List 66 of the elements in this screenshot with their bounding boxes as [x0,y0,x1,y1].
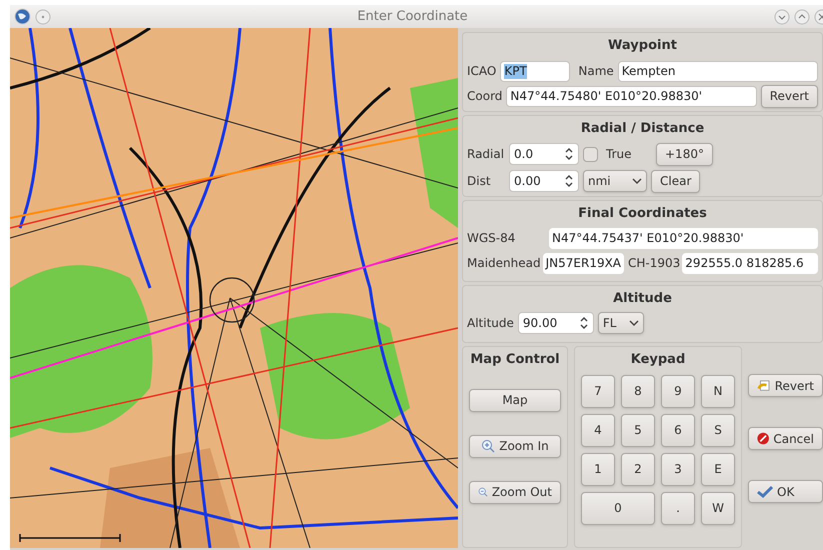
keypad-key[interactable]: 7 [581,374,615,408]
globe-icon [14,8,31,25]
keypad-key[interactable]: . [661,492,695,524]
unit-dropdown[interactable]: FL [598,312,644,334]
cancel-icon [757,431,770,446]
coord-field[interactable]: N47°44.75480' E010°20.98830' [506,86,757,106]
ok-button[interactable]: OK [748,480,823,503]
field-label: Radial [467,146,505,163]
spin-arrows-icon [578,316,589,330]
keypad-key[interactable]: N [701,374,735,408]
chevron-down-icon [628,320,639,326]
ch1903-field[interactable]: 292555.0 818285.6 [682,252,818,274]
field-label: Altitude [467,314,514,332]
keypad-key[interactable]: E [701,452,735,486]
spin-arrows-icon [564,174,574,188]
group-title: Altitude [612,290,673,308]
field-label: Coord [467,88,502,105]
menu-dot-icon [35,8,51,24]
keypad-key[interactable]: 1 [581,452,615,486]
spin-box[interactable]: 90.00 [518,312,594,334]
zoom-in-icon [481,439,496,453]
field-label: CH-1903 [628,255,680,272]
zoom-in-button[interactable]: Zoom In [469,434,561,458]
cancel-button[interactable]: Cancel [748,427,823,450]
zoom-out-button[interactable]: Zoom Out [469,480,561,504]
clear-button[interactable]: Clear [651,170,700,192]
field-label: True [606,146,632,163]
field-label: WGS-84 [467,230,516,247]
field-label: Name [578,63,614,80]
maximize-icon[interactable] [794,8,810,24]
true-checkbox[interactable] [583,146,598,162]
map-button[interactable]: Map [469,388,561,412]
group-title: Map Control [469,351,561,369]
field-label: ICAO [467,63,496,80]
keypad-key[interactable]: 4 [581,414,615,446]
keypad-key[interactable]: S [701,414,735,446]
unit-dropdown[interactable]: nmi [583,170,647,192]
revert-button[interactable]: Revert [748,374,823,397]
plus-180-button[interactable]: +180° [656,142,713,166]
keypad-key[interactable]: W [701,492,735,524]
chevron-down-icon [632,178,642,184]
keypad-key[interactable]: 9 [661,374,695,408]
keypad-key[interactable]: 6 [661,414,695,446]
zoom-out-icon [478,485,488,499]
group-title: Radial / Distance [580,120,706,138]
keypad-key[interactable]: 3 [661,452,695,486]
wgs84-field[interactable]: N47°44.75437' E010°20.98830' [549,228,818,248]
name-field[interactable]: Kempten [618,60,818,82]
group-title: Keypad [630,351,686,369]
field-label: Maidenhead [467,255,541,272]
keypad-key[interactable]: 8 [621,374,655,408]
field-label: Dist [467,173,492,190]
spin-box[interactable]: 0.0 [509,143,579,165]
spin-arrows-icon [564,147,574,161]
group-title: Final Coordinates [577,205,708,223]
keypad-key[interactable]: 2 [621,452,655,486]
spin-box[interactable]: 0.00 [509,170,579,192]
keypad-key[interactable]: 0 [581,492,655,524]
group-title: Waypoint [607,37,678,55]
icao-field[interactable]: KPT [500,60,570,82]
minimize-icon[interactable] [774,8,790,24]
revert-button[interactable]: Revert [760,84,818,108]
window-title: Enter Coordinate [356,8,469,26]
maidenhead-field[interactable]: JN57ER19XA [542,252,624,274]
checkmark-icon [757,485,773,498]
keypad-key[interactable]: 5 [621,414,655,446]
